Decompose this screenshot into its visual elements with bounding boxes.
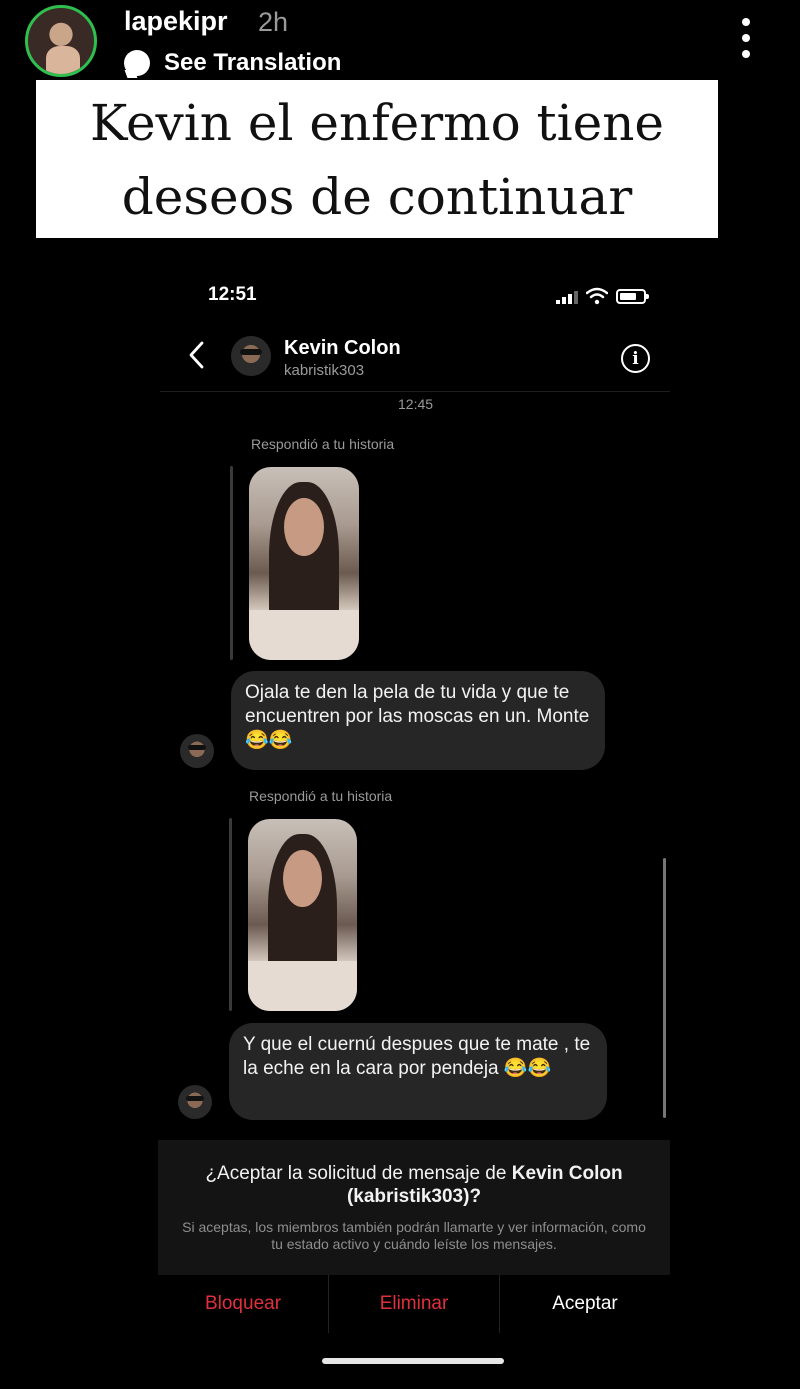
reply-bar [229,818,232,1011]
contact-handle: kabristik303 [284,362,365,379]
more-options-icon[interactable] [738,18,754,58]
see-translation-button[interactable]: See Translation [124,48,341,78]
contact-avatar[interactable] [231,336,271,376]
block-button[interactable]: Bloquear [158,1275,329,1333]
request-actions: Bloquear Eliminar Aceptar [158,1275,670,1333]
request-note: Si aceptas, los miembros también podrán … [182,1219,646,1252]
chat-scrollbar[interactable] [663,858,666,1118]
story-time-ago: 2h [258,7,289,37]
wifi-icon [586,287,608,305]
home-indicator[interactable] [322,1358,504,1364]
message-bubble[interactable]: Ojala te den la pela de tu vida y que te… [231,671,605,770]
sender-avatar[interactable] [178,1085,212,1119]
contact-name[interactable]: Kevin Colon [284,337,401,360]
story-thumbnail[interactable] [249,467,359,660]
caption-box: Kevin el enfermo tiene deseos de continu… [36,80,718,238]
story-caption: Kevin el enfermo tiene deseos de continu… [89,94,665,226]
info-icon[interactable]: i [621,344,650,373]
cellular-signal-icon [556,290,578,304]
status-time: 12:51 [208,284,257,305]
story-avatar[interactable] [25,5,97,77]
delete-button[interactable]: Eliminar [329,1275,500,1333]
request-title: ¿Aceptar la solicitud de mensaje de Kevi… [205,1163,623,1207]
message-bubble[interactable]: Y que el cuernú despues que te mate , te… [229,1023,607,1120]
accept-button[interactable]: Aceptar [500,1275,670,1333]
speech-bubble-icon [124,50,150,76]
sender-avatar[interactable] [180,734,214,768]
story-thumbnail[interactable] [248,819,357,1011]
chat-timestamp: 12:45 [398,396,434,412]
reply-bar [230,466,233,660]
see-translation-label: See Translation [164,49,342,76]
story-username[interactable]: lapekipr [124,6,228,37]
back-chevron-icon[interactable] [186,340,210,370]
story-reply-label: Respondió a tu historia [251,436,395,452]
header-divider [160,391,670,392]
battery-icon [616,289,649,304]
story-reply-label: Respondió a tu historia [249,788,393,804]
